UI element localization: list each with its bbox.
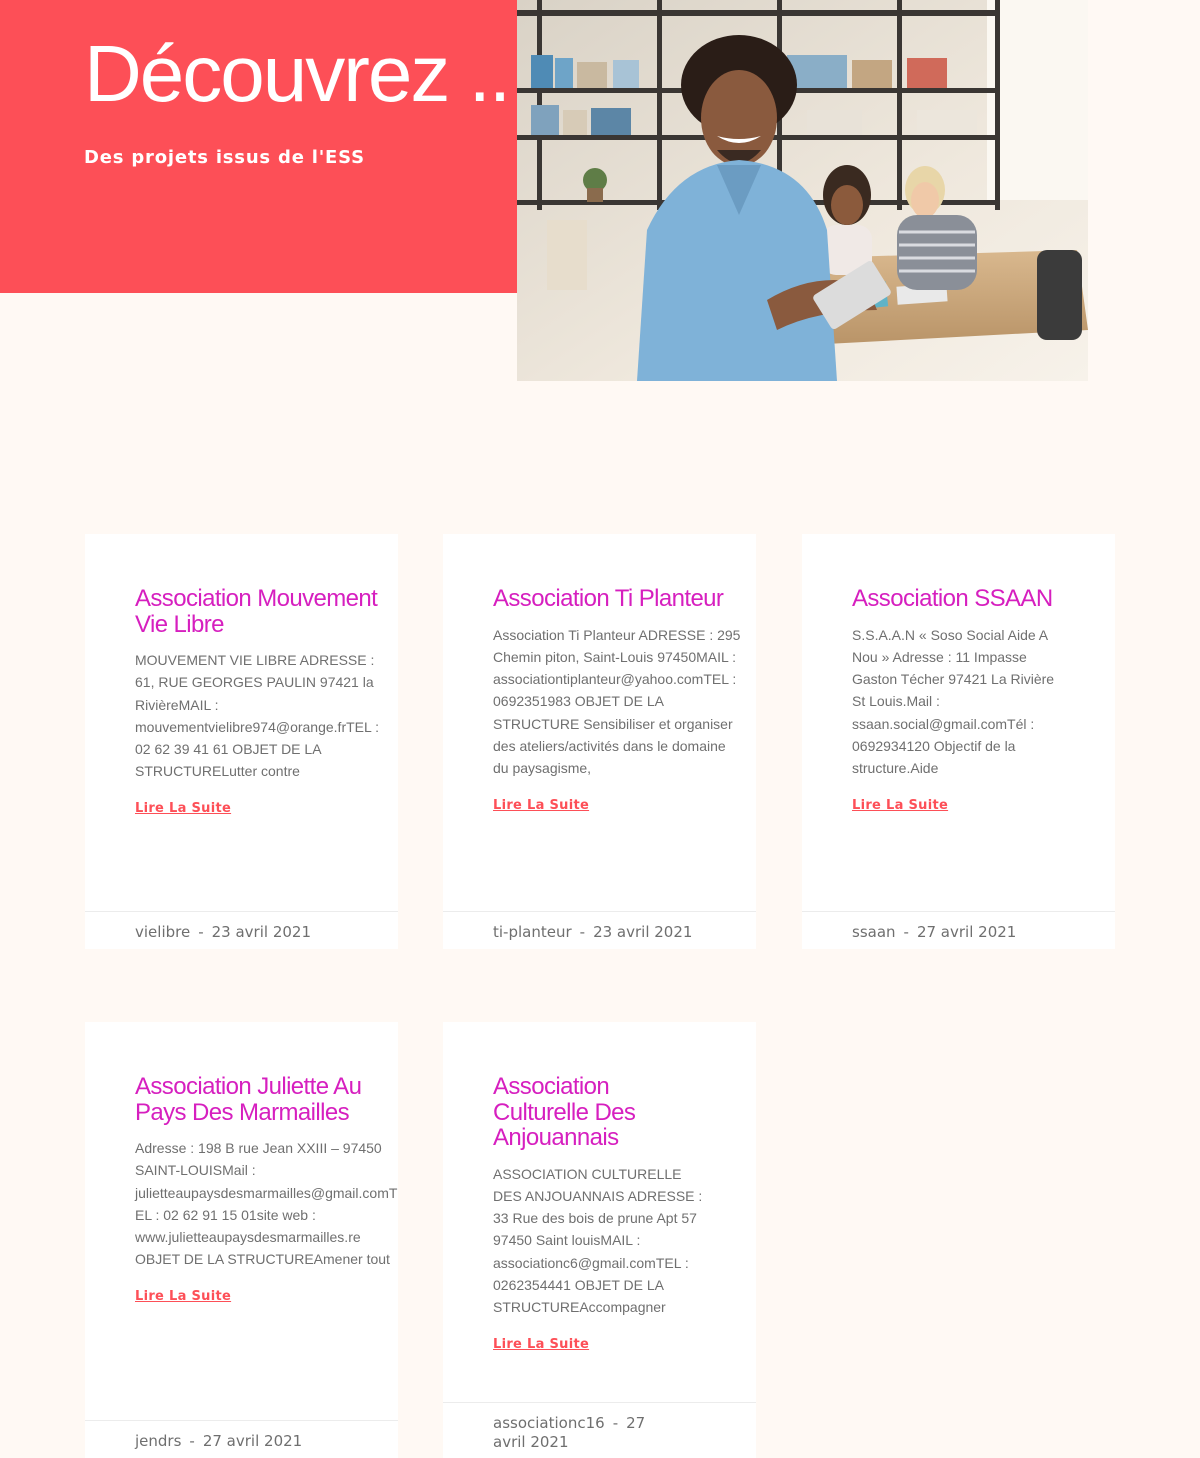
post-title[interactable]: Association SSAAN (852, 586, 1067, 612)
post-date: 27 avril 2021 (916, 923, 1017, 941)
post-excerpt: MOUVEMENT VIE LIBRE ADRESSE : 61, RUE GE… (135, 652, 380, 780)
post-excerpt: Adresse : 198 B rue Jean XXIII – 97450 S… (135, 1140, 398, 1268)
meta-separator: - (189, 1432, 195, 1450)
post-title[interactable]: Association Juliette Au Pays Des Marmail… (135, 1074, 398, 1125)
post-meta: ti-planteur -23 avril 2021 (443, 911, 756, 949)
hero-photo (517, 0, 1088, 381)
post-meta: jendrs -27 avril 2021 (85, 1420, 398, 1458)
post-card: Association Mouvement Vie Libre MOUVEMEN… (85, 534, 398, 949)
meta-separator: - (903, 923, 909, 941)
meta-separator: - (198, 923, 204, 941)
post-author[interactable]: associationc16 (493, 1414, 605, 1432)
post-author[interactable]: ti-planteur (493, 923, 572, 941)
post-date: 27 avril 2021 (202, 1432, 303, 1450)
post-author[interactable]: ssaan (852, 923, 896, 941)
page-title: Découvrez .. (84, 34, 511, 114)
post-title[interactable]: Association Mouvement Vie Libre (135, 586, 380, 637)
post-card: Association Ti Planteur Association Ti P… (443, 534, 756, 949)
read-more-link[interactable]: Lire La Suite (493, 798, 589, 813)
read-more-link[interactable]: Lire La Suite (135, 1289, 231, 1304)
post-excerpt: S.S.A.A.N « Soso Social Aide A Nou » Adr… (852, 626, 1055, 777)
hero-photo-illustration (517, 0, 1088, 381)
read-more-link[interactable]: Lire La Suite (852, 798, 948, 813)
post-card: Association Culturelle Des Anjouannais A… (443, 1022, 756, 1458)
page-subtitle: Des projets issus de l'ESS (84, 147, 365, 168)
post-meta: vielibre -23 avril 2021 (85, 911, 398, 949)
post-card: Association SSAAN S.S.A.A.N « Soso Socia… (802, 534, 1115, 949)
post-excerpt: ASSOCIATION CULTURELLE DES ANJOUANNAIS A… (493, 1165, 703, 1316)
post-author[interactable]: jendrs (135, 1432, 181, 1450)
read-more-link[interactable]: Lire La Suite (493, 1337, 589, 1352)
post-meta: associationc16-27 avril 2021 (443, 1402, 756, 1458)
meta-separator: - (612, 1414, 619, 1432)
read-more-link[interactable]: Lire La Suite (135, 801, 231, 816)
meta-separator: - (579, 923, 586, 941)
post-title[interactable]: Association Culturelle Des Anjouannais (493, 1074, 703, 1151)
post-author[interactable]: vielibre (135, 923, 190, 941)
post-date: 23 avril 2021 (593, 923, 693, 941)
post-date: 23 avril 2021 (211, 923, 311, 941)
post-excerpt: Association Ti Planteur ADRESSE : 295 Ch… (493, 626, 741, 777)
post-title[interactable]: Association Ti Planteur (493, 586, 741, 612)
post-meta: ssaan -27 avril 2021 (802, 911, 1115, 949)
post-card: Association Juliette Au Pays Des Marmail… (85, 1022, 398, 1458)
